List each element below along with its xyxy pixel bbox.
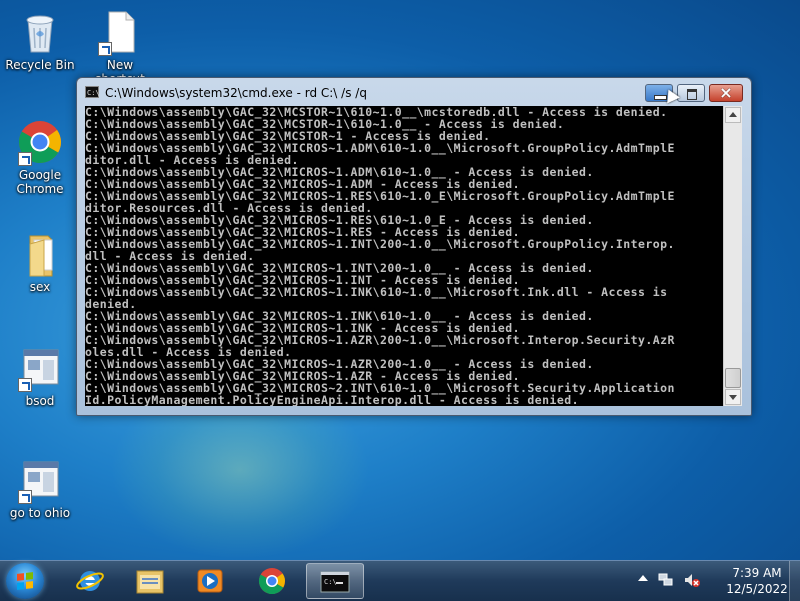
- taskbar-internet-explorer[interactable]: [62, 563, 120, 599]
- chrome-icon: [16, 118, 64, 166]
- recycle-bin-icon: [16, 8, 64, 56]
- svg-text:C:\: C:\: [324, 578, 337, 586]
- batch-file-icon: [16, 456, 64, 504]
- cmd-window[interactable]: C:\ C:\Windows\system32\cmd.exe - rd C:\…: [76, 77, 752, 416]
- window-titlebar[interactable]: C:\ C:\Windows\system32\cmd.exe - rd C:\…: [77, 78, 751, 106]
- taskbar-google-chrome[interactable]: [244, 563, 302, 599]
- scroll-down-button[interactable]: [725, 389, 741, 405]
- scroll-thumb[interactable]: [725, 368, 741, 388]
- media-player-icon: [197, 569, 223, 593]
- maximize-button[interactable]: [677, 84, 705, 102]
- shortcut-arrow-icon: [18, 152, 32, 166]
- google-chrome-label: Google Chrome: [16, 168, 64, 196]
- shortcut-arrow-icon: [98, 42, 112, 56]
- show-desktop-button[interactable]: [789, 561, 800, 601]
- chrome-icon: [258, 568, 285, 595]
- clock-time[interactable]: 7:39 AM: [722, 566, 792, 580]
- desktop-icon-bsod[interactable]: bsod: [2, 344, 78, 408]
- desktop-icon-new-shortcut[interactable]: New shortcut: [82, 8, 158, 86]
- system-tray: 7:39 AM 12/5/2022: [630, 561, 800, 601]
- taskbar-command-prompt[interactable]: C:\: [306, 563, 364, 599]
- shortcut-arrow-icon: [18, 490, 32, 504]
- sex-folder-label: sex: [29, 280, 51, 294]
- console-line: C:\Windows\assembly\GAC_32\MICROS~1.INK\…: [85, 285, 668, 299]
- start-button[interactable]: [6, 563, 44, 599]
- taskbar-windows-media-player[interactable]: [182, 563, 240, 599]
- cmd-icon: C:\: [320, 571, 350, 593]
- go-to-ohio-label: go to ohio: [9, 506, 71, 520]
- internet-explorer-icon: [76, 571, 104, 591]
- blank-file-icon: [96, 8, 144, 56]
- desktop-icon-sex[interactable]: sex: [2, 230, 78, 294]
- vertical-scrollbar[interactable]: [723, 106, 742, 406]
- cmd-icon: C:\: [85, 86, 100, 98]
- close-button[interactable]: [709, 83, 743, 102]
- bsod-label: bsod: [25, 394, 55, 408]
- taskbar-windows-explorer[interactable]: [122, 563, 180, 599]
- volume-muted-icon[interactable]: [684, 572, 700, 588]
- batch-file-icon: [16, 344, 64, 392]
- clock-date[interactable]: 12/5/2022: [722, 582, 792, 596]
- scroll-up-button[interactable]: [725, 107, 741, 123]
- folder-icon: [16, 230, 64, 278]
- window-title: C:\Windows\system32\cmd.exe - rd C:\ /s …: [105, 86, 367, 100]
- console-line: Id.PolicyManagement.PolicyEngineApi.Inte…: [85, 393, 580, 406]
- desktop-icon-google-chrome[interactable]: Google Chrome: [2, 118, 78, 196]
- desktop-icon-go-to-ohio[interactable]: go to ohio: [2, 456, 78, 520]
- recycle-bin-label: Recycle Bin: [5, 58, 75, 72]
- console-output[interactable]: C:\Windows\assembly\GAC_32\MCSTOR~1\610~…: [85, 106, 723, 406]
- windows-explorer-icon: [136, 570, 164, 594]
- desktop-icon-recycle-bin[interactable]: Recycle Bin: [2, 8, 78, 72]
- show-hidden-icons-arrow-icon[interactable]: [638, 575, 648, 581]
- taskbar: C:\ 7:39 AM 12/5/2022: [0, 560, 800, 601]
- shortcut-arrow-icon: [18, 378, 32, 392]
- network-icon[interactable]: [658, 572, 674, 588]
